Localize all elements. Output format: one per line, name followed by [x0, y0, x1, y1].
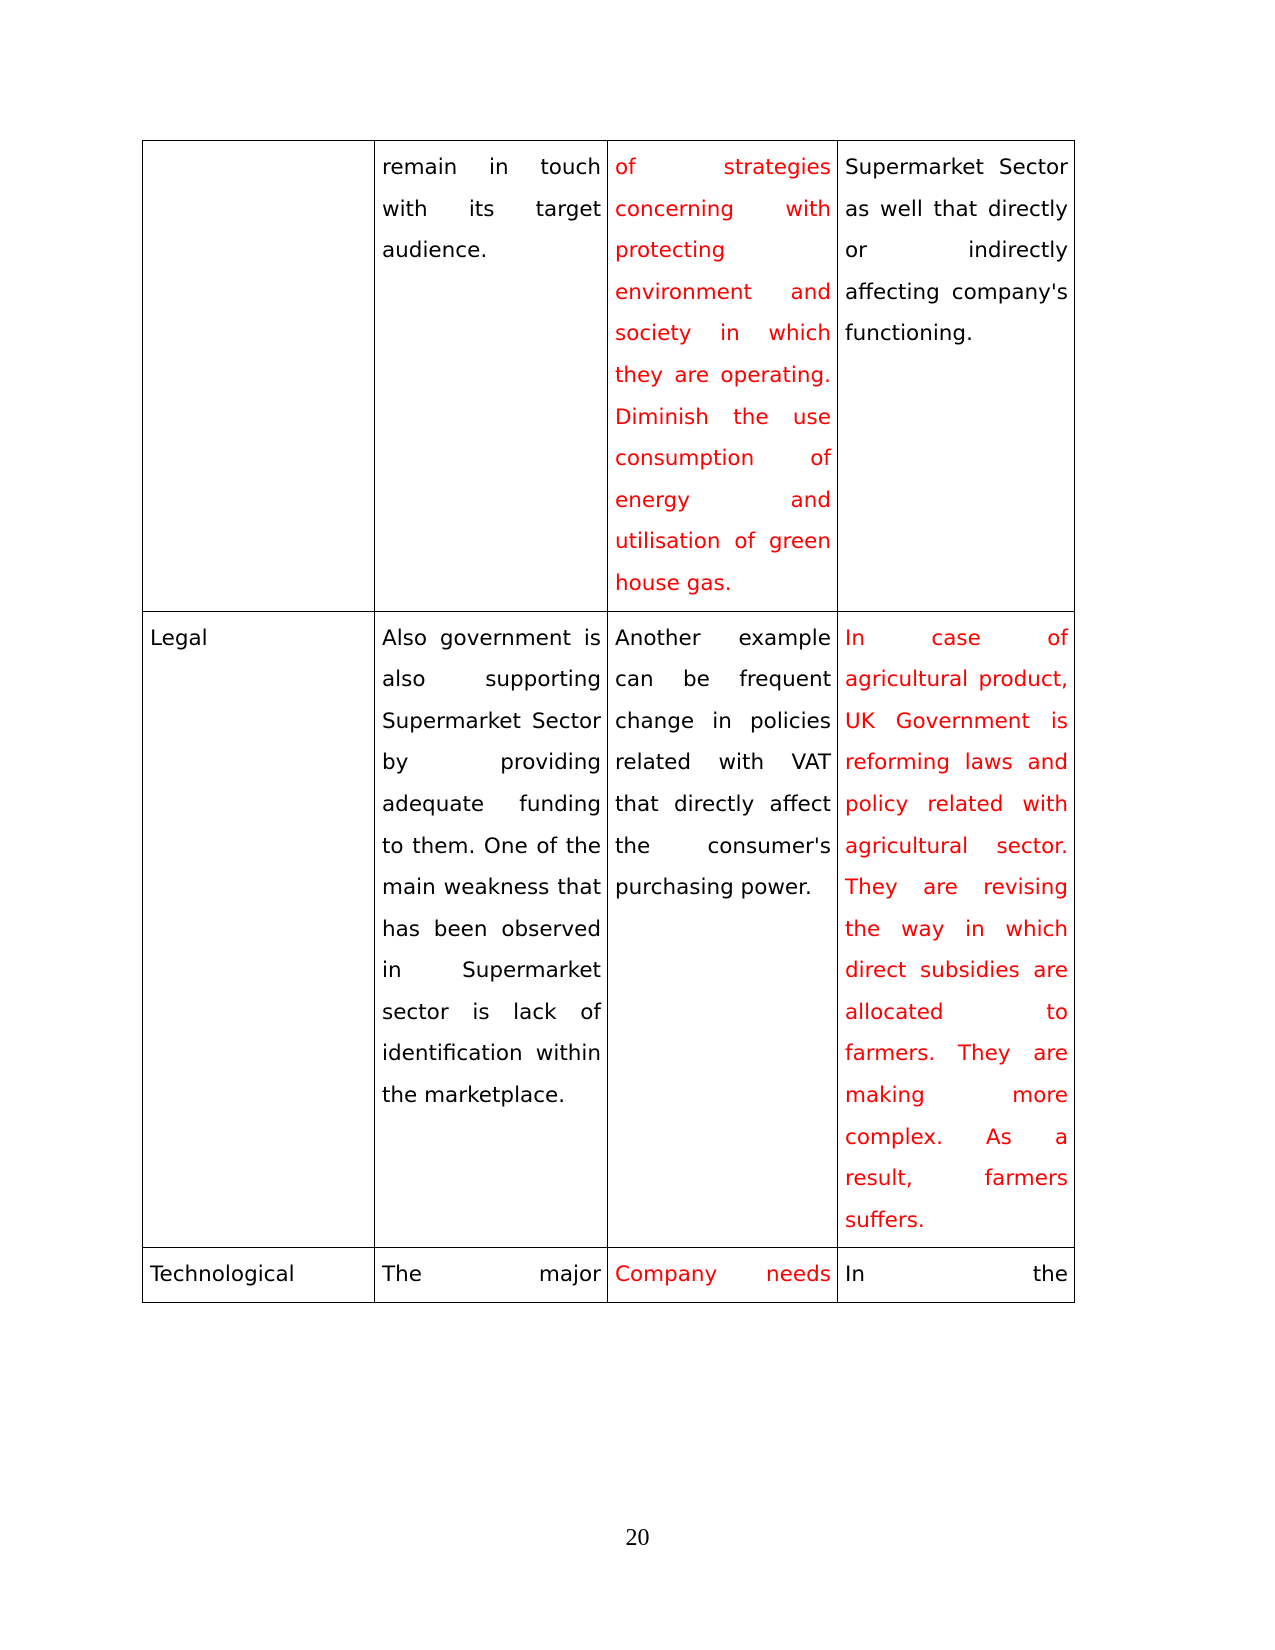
cell-text: In the — [845, 1262, 1068, 1288]
table-row: remain in touch with its target audience… — [142, 140, 1075, 612]
pestle-table-container: remain in touch with its target audience… — [142, 140, 1075, 1304]
cell-text: Company needs — [615, 1262, 831, 1288]
cell-col2-row1: remain in touch with its target audience… — [374, 140, 608, 612]
cell-text: Supermarket Sector as well that directly… — [845, 155, 1068, 347]
cell-text: remain in touch with its target audience… — [382, 155, 601, 264]
cell-text: The major — [382, 1262, 601, 1288]
cell-col3-row2: Another example can be frequent change i… — [607, 610, 838, 1249]
cell-text: In case of agricultural product, UK Gove… — [845, 625, 1068, 1233]
cell-text: Technological — [150, 1262, 295, 1288]
cell-col4-row3: In the — [837, 1247, 1075, 1304]
cell-col2-row3: The major — [374, 1247, 608, 1304]
cell-text: of strategies concerning with protecting… — [615, 155, 831, 596]
table-row: Technological The major Company needs In… — [142, 1247, 1075, 1304]
page-number: 20 — [625, 1525, 650, 1551]
cell-text: Also government is also supporting Super… — [382, 625, 601, 1109]
cell-col4-row1: Supermarket Sector as well that directly… — [837, 140, 1075, 612]
cell-text: Legal — [150, 625, 208, 651]
document-page: remain in touch with its target audience… — [0, 0, 1275, 1650]
pestle-analysis-table: remain in touch with its target audience… — [142, 140, 1075, 1304]
cell-col3-row3: Company needs — [607, 1247, 838, 1304]
cell-factor-row1 — [142, 140, 375, 612]
cell-col3-row1: of strategies concerning with protecting… — [607, 140, 838, 612]
cell-col4-row2: In case of agricultural product, UK Gove… — [837, 610, 1075, 1249]
cell-text: Another example can be frequent change i… — [615, 625, 831, 901]
cell-factor-row2: Legal — [142, 610, 375, 1249]
cell-factor-row3: Technological — [142, 1247, 375, 1304]
cell-col2-row2: Also government is also supporting Super… — [374, 610, 608, 1249]
table-row: Legal Also government is also supporting… — [142, 610, 1075, 1249]
